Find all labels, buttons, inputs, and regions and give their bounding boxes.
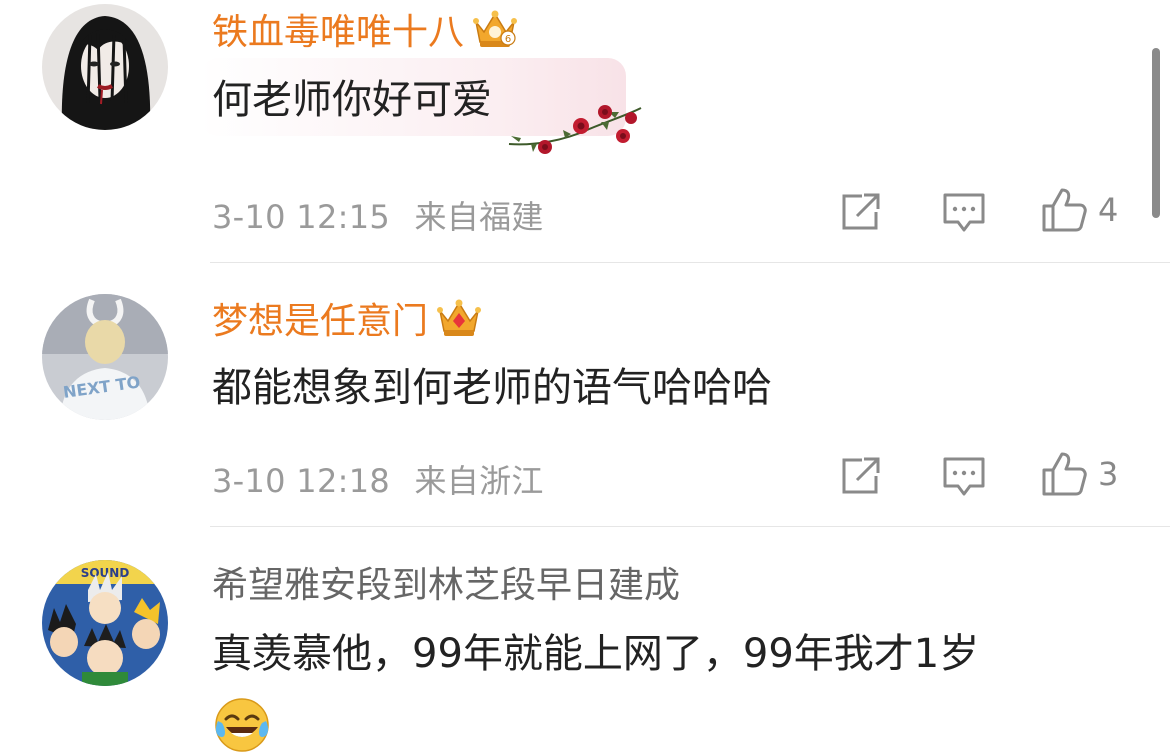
like-button[interactable]: 4 — [1040, 186, 1118, 234]
avatar[interactable]: NEXT TO — [42, 294, 168, 420]
like-count: 3 — [1098, 455, 1119, 493]
timestamp: 3-10 12:18 — [212, 462, 391, 500]
divider — [210, 262, 1170, 263]
avatar-banner-text: SOUND — [81, 566, 130, 580]
comment-meta: 3-10 12:15 来自福建 — [212, 192, 544, 238]
username[interactable]: 梦想是任意门 — [212, 297, 482, 344]
share-button[interactable] — [840, 192, 882, 232]
username[interactable]: 希望雅安段到林芝段早日建成 — [212, 564, 680, 608]
reply-button[interactable] — [942, 192, 986, 234]
rose-decoration — [508, 105, 642, 154]
comment-text: 何老师你好可爱 — [212, 77, 492, 123]
comment-icon — [943, 193, 985, 232]
username-text[interactable]: 梦想是任意门 — [212, 301, 428, 342]
share-icon — [842, 193, 880, 230]
comment-text: 都能想象到何老师的语气哈哈哈 — [212, 365, 772, 411]
username-text[interactable]: 铁血毒唯唯十八 — [212, 12, 464, 53]
thumbs-up-icon — [1042, 188, 1087, 232]
comment-text: 真羡慕他，99年就能上网了，99年我才1岁 — [212, 631, 980, 677]
location: 来自浙江 — [414, 462, 544, 500]
scrollbar[interactable] — [1152, 48, 1160, 218]
username[interactable]: 铁血毒唯唯十八 6 — [212, 8, 518, 55]
thumbs-up-icon — [1042, 452, 1087, 496]
comment-meta: 3-10 12:18 来自浙江 — [212, 456, 544, 502]
avatar[interactable]: SOUND — [42, 560, 168, 686]
share-icon — [842, 457, 880, 494]
comment-icon — [943, 457, 985, 496]
reply-button[interactable] — [942, 456, 986, 498]
username-text[interactable]: 希望雅安段到林芝段早日建成 — [212, 565, 680, 606]
like-count: 4 — [1098, 191, 1119, 229]
divider — [210, 526, 1170, 527]
svg-text:6: 6 — [505, 34, 511, 45]
laugh-cry-emoji — [215, 698, 269, 752]
timestamp: 3-10 12:15 — [212, 198, 391, 236]
crown-icon: 6 — [473, 10, 518, 47]
like-button[interactable]: 3 — [1040, 450, 1118, 498]
location: 来自福建 — [414, 198, 544, 236]
share-button[interactable] — [840, 456, 882, 496]
avatar[interactable] — [42, 4, 168, 130]
crown-icon — [437, 299, 482, 336]
